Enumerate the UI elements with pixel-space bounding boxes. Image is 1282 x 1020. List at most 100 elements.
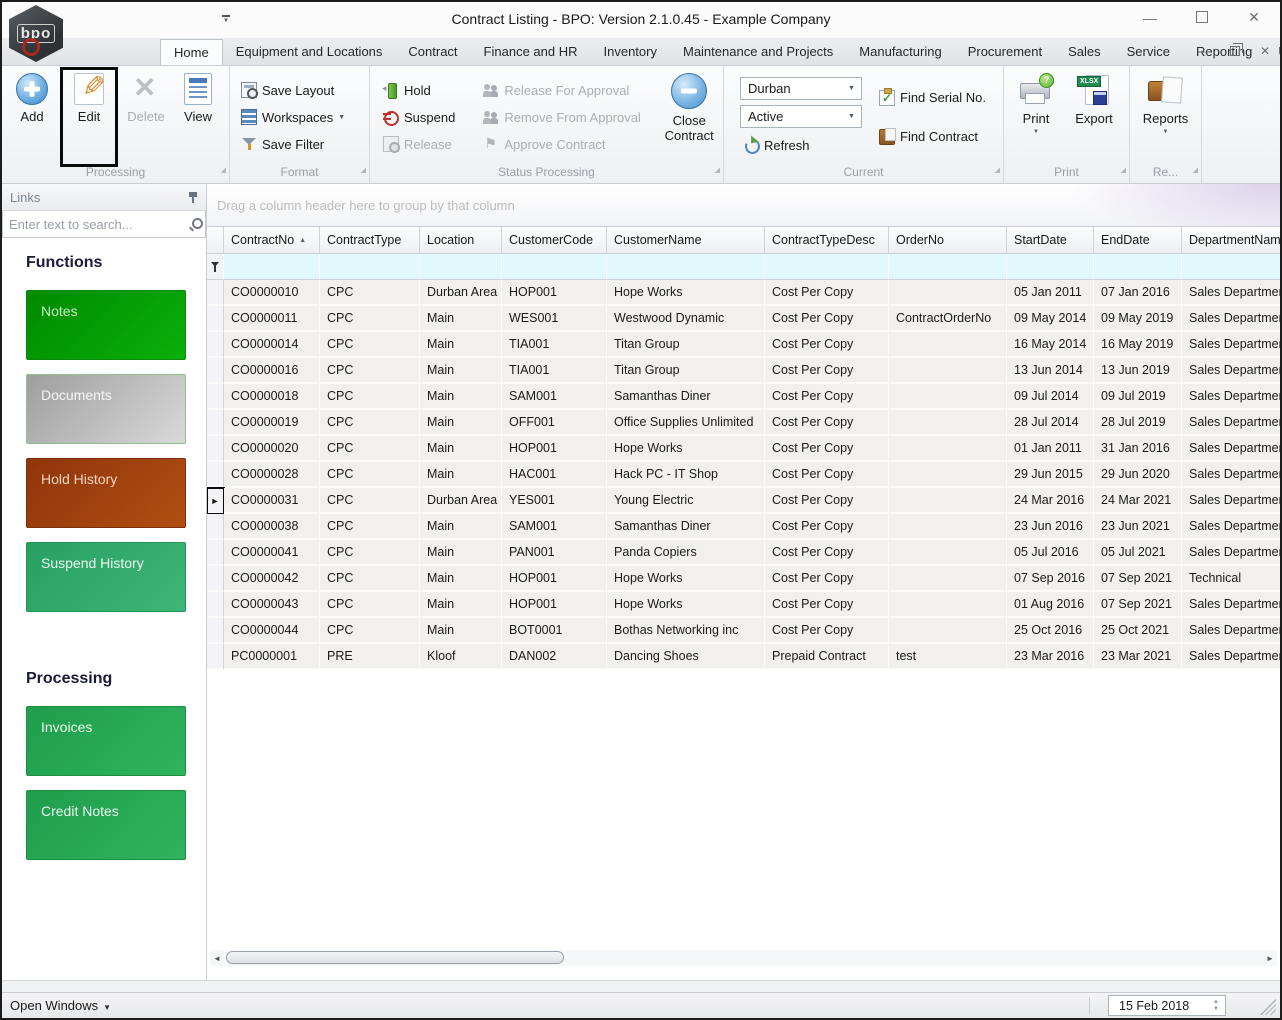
filter-cell-location[interactable] xyxy=(420,254,502,280)
cell-startdate: 13 Jun 2014 xyxy=(1007,358,1094,384)
tab-procurement[interactable]: Procurement xyxy=(955,39,1055,65)
filter-cell-contracttypedesc[interactable] xyxy=(765,254,889,280)
scroll-right-icon[interactable]: ► xyxy=(1263,954,1277,963)
find-contract-button[interactable]: Find Contract xyxy=(876,124,989,149)
ribbon-minimize-icon[interactable]: — xyxy=(1198,44,1210,58)
table-row[interactable]: CO0000044 CPC Main BOT0001 Bothas Networking… xyxy=(207,618,1280,644)
column-header-contracttypedesc[interactable]: ContractTypeDesc xyxy=(765,226,889,254)
tab-sales[interactable]: Sales xyxy=(1055,39,1114,65)
tab-maintenance-and-projects[interactable]: Maintenance and Projects xyxy=(670,39,846,65)
add-button[interactable]: Add xyxy=(6,70,58,164)
tab-equipment-and-locations[interactable]: Equipment and Locations xyxy=(223,39,396,65)
column-header-location[interactable]: Location xyxy=(420,226,502,254)
table-row[interactable]: CO0000020 CPC Main HOP001 Hope Works Cost Per… xyxy=(207,436,1280,462)
maximize-button[interactable] xyxy=(1190,10,1214,26)
filter-cell-contracttype[interactable] xyxy=(320,254,420,280)
hold-button[interactable]: Hold xyxy=(380,78,470,103)
search-icon[interactable] xyxy=(189,218,203,230)
column-header-customercode[interactable]: CustomerCode xyxy=(502,226,607,254)
table-row[interactable]: CO0000014 CPC Main TIA001 Titan Group Cost Pe… xyxy=(207,332,1280,358)
column-header-contracttype[interactable]: ContractType xyxy=(320,226,420,254)
save-filter-button[interactable]: Save Filter xyxy=(238,132,365,157)
delete-button[interactable]: Delete xyxy=(120,70,172,164)
print-button[interactable]: ? Print ▼ xyxy=(1010,70,1062,164)
dialog-launcher-icon[interactable]: ◢ xyxy=(361,162,366,179)
horizontal-scrollbar[interactable]: ◄ ► xyxy=(210,950,1277,966)
refresh-button[interactable]: Refresh xyxy=(740,133,862,158)
row-indicator xyxy=(207,280,224,306)
status-select[interactable]: Active ▼ xyxy=(740,104,862,128)
column-header-departmentname[interactable]: DepartmentName xyxy=(1182,226,1280,254)
date-spinner[interactable]: ▲ ▼ xyxy=(1209,996,1223,1015)
close-button[interactable]: ✕ xyxy=(1242,9,1266,26)
column-header-startdate[interactable]: StartDate xyxy=(1007,226,1094,254)
export-button[interactable]: XLSX Export xyxy=(1068,70,1120,164)
search-input[interactable] xyxy=(9,216,185,232)
table-row[interactable]: CO0000028 CPC Main HAC001 Hack PC - IT Shop C… xyxy=(207,462,1280,488)
release-button[interactable]: Release xyxy=(380,132,470,157)
dialog-launcher-icon[interactable]: ◢ xyxy=(1193,162,1198,179)
table-row[interactable]: CO0000042 CPC Main HOP001 Hope Works Cost Per… xyxy=(207,566,1280,592)
tile-hold-history[interactable]: Hold History xyxy=(26,458,186,528)
resize-grip[interactable] xyxy=(1260,999,1276,1015)
dialog-launcher-icon[interactable]: ◢ xyxy=(1121,162,1126,179)
table-row[interactable]: CO0000041 CPC Main PAN001 Panda Copiers Cost … xyxy=(207,540,1280,566)
group-by-bar[interactable]: Drag a column header here to group by th… xyxy=(207,184,1280,226)
scroll-left-icon[interactable]: ◄ xyxy=(210,954,224,963)
remove-from-approval-button[interactable]: Remove From Approval xyxy=(480,105,649,130)
table-row[interactable]: CO0000019 CPC Main OFF001 Office Supplies Un… xyxy=(207,410,1280,436)
tab-contract[interactable]: Contract xyxy=(395,39,470,65)
pin-icon[interactable] xyxy=(188,191,198,203)
reports-button[interactable]: Reports ▼ xyxy=(1137,70,1195,164)
table-row[interactable]: CO0000043 CPC Main HOP001 Hope Works Cost Per… xyxy=(207,592,1280,618)
table-row[interactable]: CO0000010 CPC Durban Area HOP001 Hope Works C… xyxy=(207,280,1280,306)
view-button[interactable]: View xyxy=(172,70,224,164)
tile-suspend-history[interactable]: Suspend History xyxy=(26,542,186,612)
column-header-contractno[interactable]: ContractNo ▲ xyxy=(224,226,320,254)
cell-contractno: CO0000020 xyxy=(224,436,320,462)
tab-home[interactable]: Home xyxy=(160,39,223,65)
workspaces-button[interactable]: Workspaces ▼ xyxy=(238,105,365,130)
find-serial-no-button[interactable]: Find Serial No. xyxy=(876,85,989,110)
minimize-button[interactable]: — xyxy=(1138,10,1162,26)
table-row[interactable]: CO0000038 CPC Main SAM001 Samanthas Diner Cos… xyxy=(207,514,1280,540)
tile-notes[interactable]: Notes xyxy=(26,290,186,360)
table-row[interactable]: ► CO0000031 CPC Durban Area YES001 Young Elec… xyxy=(207,487,1280,515)
tile-documents[interactable]: Documents xyxy=(26,374,186,444)
ribbon-restore-icon[interactable] xyxy=(1229,43,1243,56)
column-header-enddate[interactable]: EndDate xyxy=(1094,226,1182,254)
date-field[interactable]: 15 Feb 2018 ▲ ▼ xyxy=(1108,995,1226,1016)
suspend-button[interactable]: Suspend xyxy=(380,105,470,130)
tab-finance-and-hr[interactable]: Finance and HR xyxy=(471,39,591,65)
filter-cell-enddate[interactable] xyxy=(1094,254,1182,280)
filter-cell-customercode[interactable] xyxy=(502,254,607,280)
edit-button[interactable]: Edit xyxy=(63,70,115,164)
dialog-launcher-icon[interactable]: ◢ xyxy=(715,162,720,179)
table-row[interactable]: CO0000016 CPC Main TIA001 Titan Group Cost Pe… xyxy=(207,358,1280,384)
filter-cell-contractno[interactable] xyxy=(224,254,320,280)
dialog-launcher-icon[interactable]: ◢ xyxy=(221,162,226,179)
approve-contract-button[interactable]: Approve Contract xyxy=(480,132,649,157)
release-for-approval-button[interactable]: Release For Approval xyxy=(480,78,649,103)
table-row[interactable]: PC0000001 PRE Kloof DAN002 Dancing Shoes Prep… xyxy=(207,644,1280,670)
tab-manufacturing[interactable]: Manufacturing xyxy=(846,39,954,65)
branch-select[interactable]: Durban ▼ xyxy=(740,76,862,100)
tile-credit-notes[interactable]: Credit Notes xyxy=(26,790,186,860)
table-row[interactable]: CO0000011 CPC Main WES001 Westwood Dynamic Co… xyxy=(207,306,1280,332)
filter-cell-startdate[interactable] xyxy=(1007,254,1094,280)
column-header-orderno[interactable]: OrderNo xyxy=(889,226,1007,254)
save-layout-button[interactable]: Save Layout xyxy=(238,78,365,103)
filter-cell-departmentname[interactable] xyxy=(1182,254,1280,280)
filter-cell-customername[interactable] xyxy=(607,254,765,280)
dialog-launcher-icon[interactable]: ◢ xyxy=(995,162,1000,179)
scrollbar-thumb[interactable] xyxy=(226,951,564,964)
close-contract-button[interactable]: Close Contract xyxy=(659,70,719,164)
tile-invoices[interactable]: Invoices xyxy=(26,706,186,776)
filter-cell-orderno[interactable] xyxy=(889,254,1007,280)
table-row[interactable]: CO0000018 CPC Main SAM001 Samanthas Diner Cos… xyxy=(207,384,1280,410)
open-windows-button[interactable]: Open Windows ▼ xyxy=(10,998,111,1013)
column-header-customername[interactable]: CustomerName xyxy=(607,226,765,254)
tab-inventory[interactable]: Inventory xyxy=(591,39,670,65)
tab-service[interactable]: Service xyxy=(1114,39,1183,65)
ribbon-close-icon[interactable]: ✕ xyxy=(1260,44,1270,58)
